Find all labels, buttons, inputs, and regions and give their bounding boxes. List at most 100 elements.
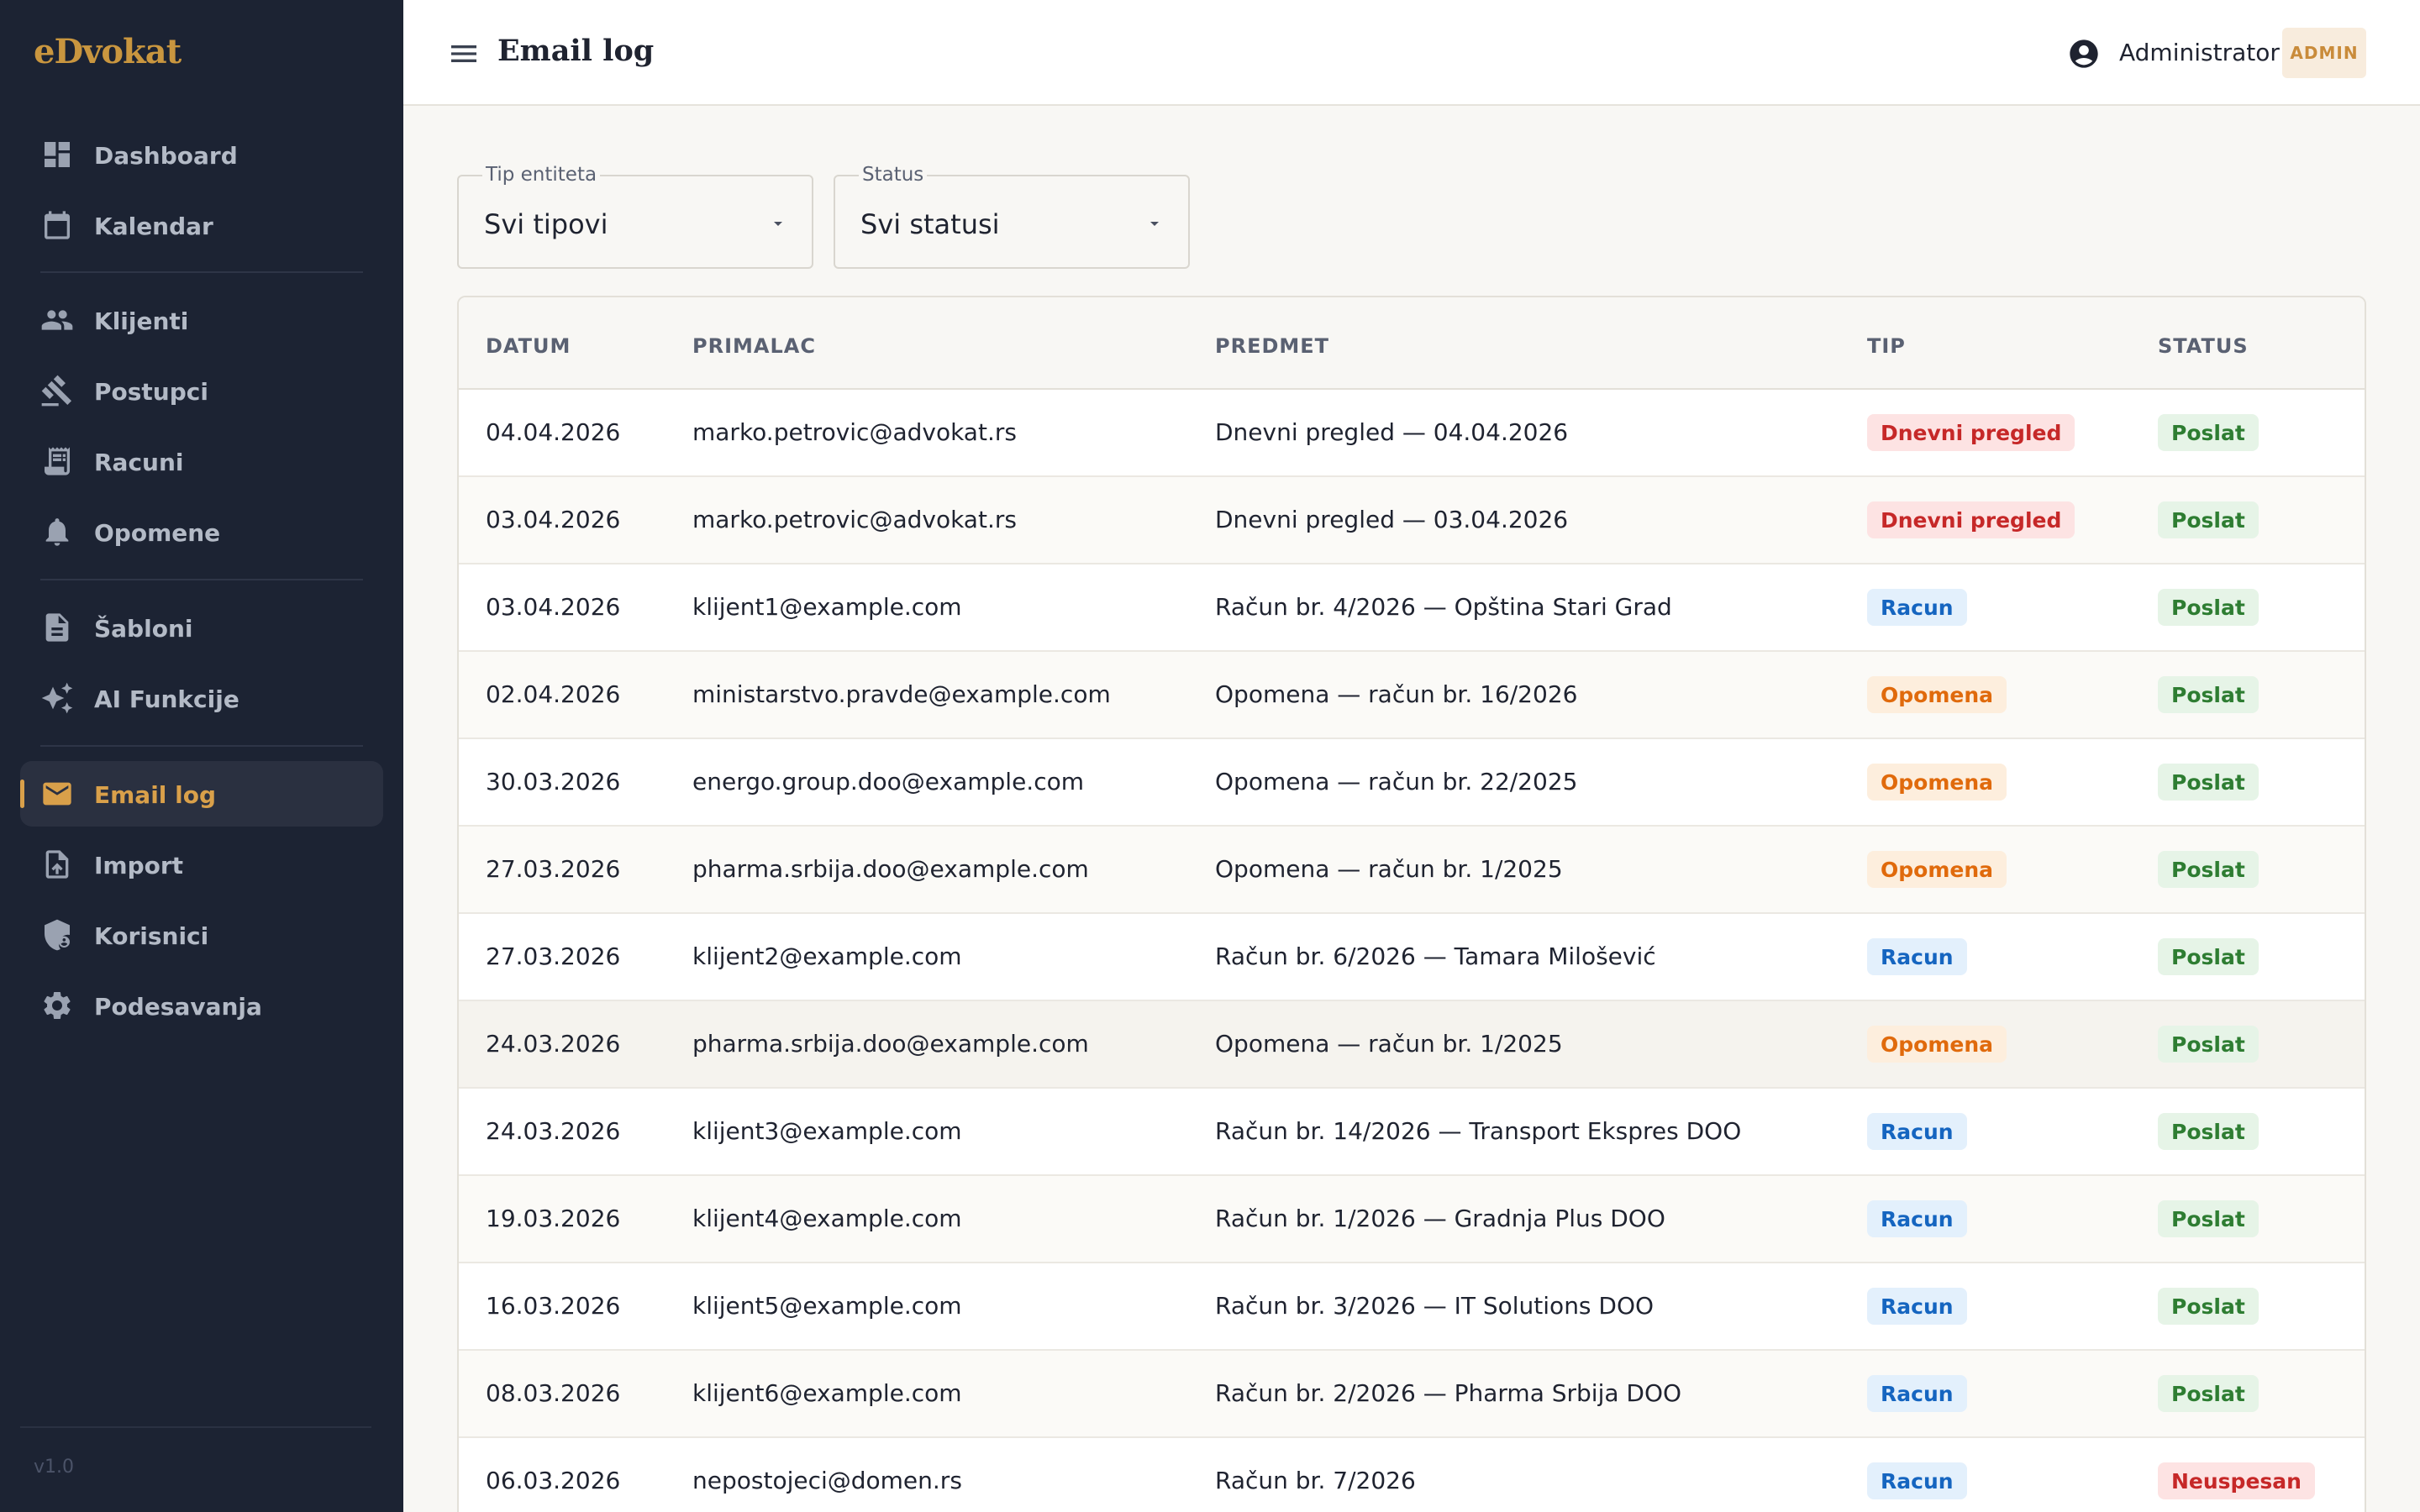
cell-predmet: Dnevni pregled — 03.04.2026: [1215, 506, 1569, 533]
table-row[interactable]: 03.04.2026 marko.petrovic@advokat.rs Dnevn…: [459, 477, 2365, 564]
user-name[interactable]: Administrator: [2119, 39, 2280, 66]
sidebar-item-email-log[interactable]: Email log: [20, 761, 383, 827]
status-badge: Poslat: [2158, 589, 2259, 626]
sidebar-item-korisnici[interactable]: Korisnici: [20, 902, 383, 968]
cell-datum: 24.03.2026: [486, 1117, 621, 1145]
status-badge: Poslat: [2158, 1200, 2259, 1237]
gear-icon: [40, 989, 74, 1022]
status-badge: Poslat: [2158, 414, 2259, 451]
role-badge: ADMIN: [2282, 28, 2366, 78]
sidebar-item-kalendar[interactable]: Kalendar: [20, 192, 383, 258]
table-row[interactable]: 03.04.2026 klijent1@example.com Račun br. …: [459, 564, 2365, 652]
status-badge: Poslat: [2158, 764, 2259, 801]
table-row[interactable]: 08.03.2026 klijent6@example.com Račun br. …: [459, 1351, 2365, 1438]
table-row[interactable]: 19.03.2026 klijent4@example.com Račun br. …: [459, 1176, 2365, 1263]
cell-datum: 02.04.2026: [486, 680, 621, 708]
table-row[interactable]: 16.03.2026 klijent5@example.com Račun br. …: [459, 1263, 2365, 1351]
status-badge: Poslat: [2158, 1113, 2259, 1150]
sidebar-item-klijenti[interactable]: Klijenti: [20, 287, 383, 353]
sidebar-item-import[interactable]: Import: [20, 832, 383, 897]
app-version: v1.0: [34, 1457, 75, 1478]
sidebar-item-sabloni[interactable]: Šabloni: [20, 595, 383, 660]
entity-type-label: Tip entiteta: [482, 164, 601, 186]
cell-primalac: ministarstvo.pravde@example.com: [692, 680, 1111, 708]
cell-predmet: Opomena — račun br. 16/2026: [1215, 680, 1578, 708]
cell-datum: 03.04.2026: [486, 593, 621, 621]
gavel-icon: [40, 374, 74, 407]
table-row[interactable]: 02.04.2026 ministarstvo.pravde@example.co…: [459, 652, 2365, 739]
account-circle-icon[interactable]: [2067, 37, 2101, 71]
type-badge: Racun: [1867, 1288, 1967, 1325]
table-row[interactable]: 27.03.2026 pharma.srbija.doo@example.com O…: [459, 827, 2365, 914]
table-row[interactable]: 24.03.2026 klijent3@example.com Račun br. …: [459, 1089, 2365, 1176]
cell-primalac: klijent4@example.com: [692, 1205, 962, 1232]
table-row[interactable]: 24.03.2026 pharma.srbija.doo@example.com O…: [459, 1001, 2365, 1089]
column-header-datum[interactable]: DATUM: [486, 334, 571, 358]
sidebar-item-opomene[interactable]: Opomene: [20, 499, 383, 564]
table-row[interactable]: 27.03.2026 klijent2@example.com Račun br. …: [459, 914, 2365, 1001]
status-badge: Poslat: [2158, 676, 2259, 713]
dashboard-icon: [40, 138, 74, 171]
type-badge: Opomena: [1867, 676, 2007, 713]
status-badge: Poslat: [2158, 1288, 2259, 1325]
cell-datum: 03.04.2026: [486, 506, 621, 533]
cell-predmet: Dnevni pregled — 04.04.2026: [1215, 418, 1569, 446]
sidebar-item-racuni[interactable]: Racuni: [20, 428, 383, 494]
status-badge: Neuspesan: [2158, 1462, 2315, 1499]
sidebar: eDvokat Dashboard Kalendar Klijenti Post…: [0, 0, 403, 1512]
column-header-predmet[interactable]: PREDMET: [1215, 334, 1329, 358]
column-header-tip[interactable]: TIP: [1867, 334, 1906, 358]
cell-primalac: pharma.srbija.doo@example.com: [692, 855, 1089, 883]
table-row[interactable]: 06.03.2026 nepostojeci@domen.rs Račun br. …: [459, 1438, 2365, 1512]
sidebar-item-label: Opomene: [94, 519, 221, 547]
cell-datum: 19.03.2026: [486, 1205, 621, 1232]
sidebar-item-postupci[interactable]: Postupci: [20, 358, 383, 423]
status-badge: Poslat: [2158, 1375, 2259, 1412]
cell-datum: 27.03.2026: [486, 855, 621, 883]
cell-predmet: Račun br. 1/2026 — Gradnja Plus DOO: [1215, 1205, 1665, 1232]
dropdown-arrow-icon: [768, 213, 788, 234]
cell-primalac: pharma.srbija.doo@example.com: [692, 1030, 1089, 1058]
cell-primalac: nepostojeci@domen.rs: [692, 1467, 962, 1494]
entity-type-value: Svi tipovi: [484, 208, 608, 240]
status-value: Svi statusi: [860, 208, 1000, 240]
table-header: DATUM PRIMALAC PREDMET TIP STATUS: [459, 297, 2365, 390]
sidebar-item-podesavanja[interactable]: Podesavanja: [20, 973, 383, 1038]
cell-primalac: klijent6@example.com: [692, 1379, 962, 1407]
hamburger-menu-icon[interactable]: [447, 37, 481, 71]
cell-predmet: Opomena — račun br. 1/2025: [1215, 1030, 1563, 1058]
status-badge: Poslat: [2158, 938, 2259, 975]
table-row[interactable]: 30.03.2026 energo.group.doo@example.com Op…: [459, 739, 2365, 827]
cell-primalac: klijent3@example.com: [692, 1117, 962, 1145]
type-badge: Racun: [1867, 1375, 1967, 1412]
type-badge: Opomena: [1867, 851, 2007, 888]
sidebar-item-label: Postupci: [94, 378, 208, 406]
column-header-status[interactable]: STATUS: [2158, 334, 2249, 358]
nav-divider: [40, 745, 363, 747]
type-badge: Opomena: [1867, 764, 2007, 801]
page-title: Email log: [497, 34, 655, 68]
sidebar-item-label: Šabloni: [94, 615, 193, 643]
top-header: Email log Administrator ADMIN: [403, 0, 2420, 106]
nav-divider: [40, 579, 363, 580]
column-header-primalac[interactable]: PRIMALAC: [692, 334, 816, 358]
type-badge: Racun: [1867, 938, 1967, 975]
entity-type-select[interactable]: Tip entiteta Svi tipovi: [457, 164, 813, 269]
cell-primalac: klijent1@example.com: [692, 593, 962, 621]
calendar-icon: [40, 208, 74, 242]
sidebar-item-label: Email log: [94, 781, 217, 809]
cell-predmet: Račun br. 14/2026 — Transport Ekspres DO…: [1215, 1117, 1742, 1145]
app-logo[interactable]: eDvokat: [34, 32, 182, 71]
sidebar-item-ai-funkcije[interactable]: AI Funkcije: [20, 665, 383, 731]
cell-primalac: klijent2@example.com: [692, 942, 962, 970]
status-label: Status: [859, 164, 928, 186]
file-upload-icon: [40, 848, 74, 881]
table-row[interactable]: 04.04.2026 marko.petrovic@advokat.rs Dnevn…: [459, 390, 2365, 477]
type-badge: Racun: [1867, 1113, 1967, 1150]
sidebar-item-label: Korisnici: [94, 922, 209, 950]
sidebar-item-dashboard[interactable]: Dashboard: [20, 122, 383, 187]
status-select[interactable]: Status Svi statusi: [834, 164, 1190, 269]
cell-predmet: Račun br. 6/2026 — Tamara Milošević: [1215, 942, 1656, 970]
sidebar-item-label: Racuni: [94, 449, 184, 476]
sidebar-item-label: Dashboard: [94, 142, 238, 170]
